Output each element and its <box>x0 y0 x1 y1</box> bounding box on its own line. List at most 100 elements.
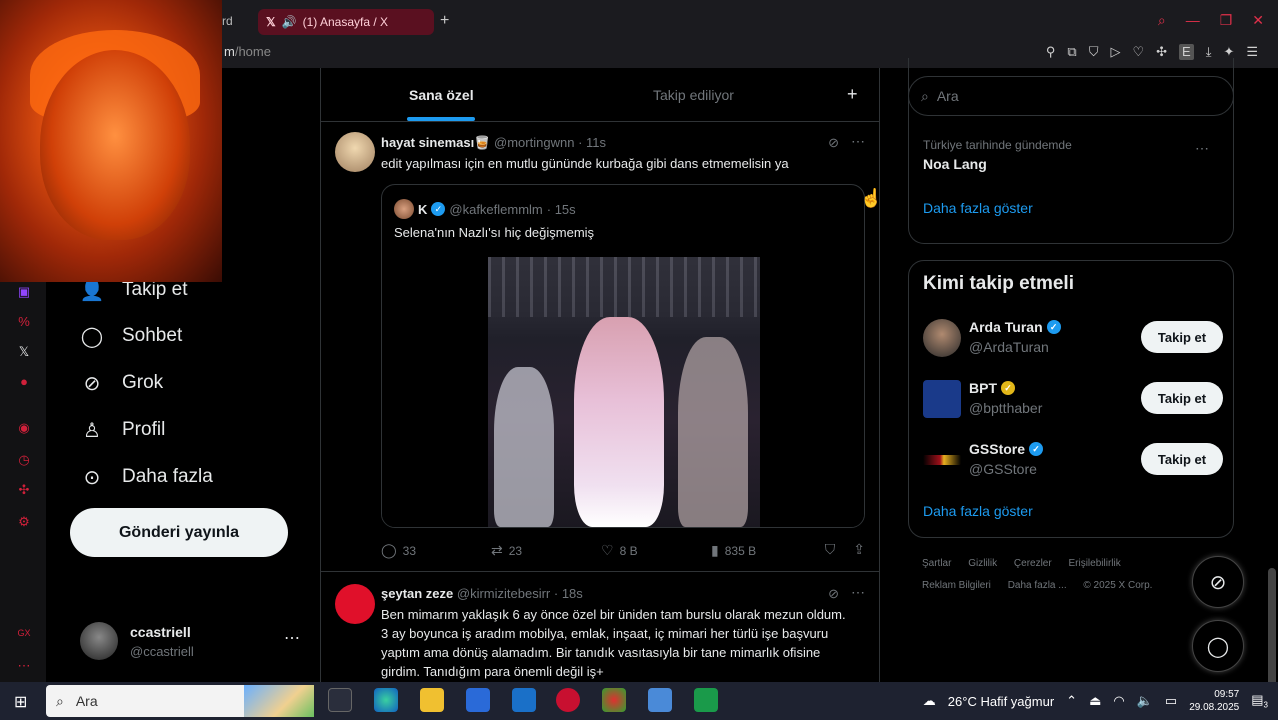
store-icon[interactable] <box>466 688 490 712</box>
battery-icon[interactable]: ▭ <box>1165 693 1177 709</box>
footer-link[interactable]: Çerezler <box>1014 558 1052 569</box>
nav-more[interactable]: ⊙ Daha fazla <box>80 465 213 489</box>
outlook-icon[interactable] <box>512 688 536 712</box>
tweet-time[interactable]: · 11s <box>578 135 606 150</box>
avatar[interactable] <box>923 319 961 357</box>
notification-icon[interactable]: ▤3 <box>1251 692 1268 710</box>
quoted-media[interactable] <box>382 255 864 527</box>
quoted-author-handle: @kafkeflemmlm <box>449 201 543 217</box>
tweet[interactable]: hayat sineması🥃 @mortingwnn · 11s ⊘ ⋯ ed… <box>321 122 879 572</box>
maximize-icon[interactable]: ❐ <box>1220 12 1233 29</box>
messages-fab[interactable]: ◯ <box>1192 620 1244 672</box>
grok-icon[interactable]: ⊘ <box>828 586 839 602</box>
more-dots-icon[interactable]: ⋯ <box>851 133 865 150</box>
tweet-avatar[interactable] <box>335 584 375 624</box>
reply-button[interactable]: ◯ 33 <box>381 542 491 559</box>
follow-button[interactable]: Takip et <box>1141 321 1223 353</box>
clock[interactable]: 09:57 29.08.2025 <box>1189 688 1239 714</box>
grok-icon: ⊘ <box>83 372 101 395</box>
footer-link[interactable]: Daha fazla ... <box>1008 580 1067 591</box>
weather-text[interactable]: 26°C Hafif yağmur <box>948 694 1054 709</box>
follow-suggestion[interactable]: BPT ✓ @bptthaber Takip et <box>923 378 1223 422</box>
show-more-link[interactable]: Daha fazla göster <box>923 503 1033 519</box>
follow-suggestion[interactable]: GSStore ✓ @GSStore Takip et <box>923 439 1223 483</box>
add-tab-icon[interactable]: + <box>847 84 858 105</box>
footer-link[interactable]: Erişilebilirlik <box>1068 558 1120 569</box>
tweet-author-handle[interactable]: @kirmizitebesirr <box>457 586 550 601</box>
volume-icon[interactable]: 🔈 <box>1137 693 1153 709</box>
video-player[interactable] <box>488 257 760 527</box>
speaker-icon[interactable]: 🔊 <box>282 15 297 29</box>
tweet-text: Ben mimarım yaklaşık 6 ay önce özel bir … <box>381 607 846 679</box>
tweet-author-name[interactable]: şeytan zeze <box>381 586 453 601</box>
right-sidebar: ⌕ Ara Türkiye tarihinde gündemde Noa Lan… <box>880 58 1278 688</box>
tweet-author-handle[interactable]: @mortingwnn <box>494 135 574 150</box>
avatar[interactable] <box>923 455 961 465</box>
share-icon[interactable]: ⇪ <box>853 541 865 558</box>
show-more-link[interactable]: Daha fazla göster <box>923 200 1033 216</box>
nav-grok[interactable]: ⊘ Grok <box>80 371 164 395</box>
tab-for-you[interactable]: Sana özel <box>409 87 474 103</box>
wifi-icon[interactable]: ◠ <box>1113 693 1124 709</box>
views-button[interactable]: ▮ 835 B <box>711 542 821 559</box>
webcam-overlay <box>0 0 222 282</box>
account-switcher[interactable]: ccastriell @ccastriell ⋯ <box>80 620 306 664</box>
trend-name[interactable]: Noa Lang <box>923 156 987 172</box>
app-icon[interactable] <box>648 688 672 712</box>
edge-icon[interactable] <box>374 688 398 712</box>
avatar[interactable] <box>923 380 961 418</box>
menu-icon[interactable]: ☰ <box>1246 44 1258 60</box>
repost-button[interactable]: ⇄ 23 <box>491 542 601 559</box>
opera-gx-icon[interactable] <box>556 688 580 712</box>
tweet[interactable]: şeytan zeze @kirmizitebesirr · 18s ⊘ ⋯ B… <box>321 572 879 682</box>
like-button[interactable]: ♡ 8 B <box>601 542 711 559</box>
tab-following[interactable]: Takip ediliyor <box>653 87 734 103</box>
task-view-icon[interactable] <box>328 688 352 712</box>
view-count: 835 B <box>724 543 757 558</box>
bookmark-icon[interactable]: ⛉ <box>825 541 836 558</box>
x-icon[interactable]: 𝕏 <box>15 344 33 362</box>
tweet-time[interactable]: · 18s <box>554 586 583 601</box>
excel-icon[interactable] <box>694 688 718 712</box>
url-text[interactable]: m/home <box>224 44 271 59</box>
more-dots-icon[interactable]: ⋯ <box>284 628 300 648</box>
record-icon[interactable]: ● <box>15 374 33 392</box>
footer-link[interactable]: Şartlar <box>922 558 951 569</box>
quoted-tweet[interactable]: K ✓ @kafkeflemmlm · 15s Selena'nın Nazlı… <box>381 184 865 528</box>
grok-fab[interactable]: ⊘ <box>1192 556 1244 608</box>
percent-icon[interactable]: % <box>15 314 33 332</box>
footer-link[interactable]: Reklam Bilgileri <box>922 580 991 591</box>
follow-button[interactable]: Takip et <box>1141 382 1223 414</box>
nav-chat[interactable]: ◯ Sohbet <box>80 324 182 348</box>
close-icon[interactable]: ✕ <box>1252 12 1264 29</box>
tab-previous[interactable]: rd <box>222 14 233 28</box>
tab-active[interactable]: 𝕏 🔊 (1) Anasayfa / X <box>258 9 434 35</box>
tweet-author-name[interactable]: hayat sineması🥃 <box>381 135 490 150</box>
more-dots-icon[interactable]: ⋯ <box>851 584 865 601</box>
scrollbar[interactable] <box>1268 568 1276 688</box>
minimize-icon[interactable]: — <box>1186 12 1200 29</box>
puzzle-icon[interactable]: ✣ <box>15 482 33 500</box>
twitch-icon[interactable]: ▣ <box>15 284 33 302</box>
grok-icon[interactable]: ⊘ <box>828 135 839 151</box>
nav-profile[interactable]: ♙ Profil <box>80 418 165 442</box>
new-tab-button[interactable]: + <box>440 12 449 30</box>
more-dots-icon[interactable]: ⋯ <box>15 658 33 676</box>
follow-suggestion[interactable]: Arda Turan ✓ @ArdaTuran Takip et <box>923 317 1223 361</box>
clock-icon[interactable]: ◷ <box>15 452 33 470</box>
usb-icon[interactable]: ⏏ <box>1089 693 1101 709</box>
settings-icon[interactable]: ⚙ <box>15 514 33 532</box>
follow-button[interactable]: Takip et <box>1141 443 1223 475</box>
footer-link[interactable]: Gizlilik <box>968 558 997 569</box>
search-icon[interactable]: ⌕ <box>1158 12 1166 29</box>
more-dots-icon[interactable]: ⋯ <box>1195 140 1209 157</box>
post-button[interactable]: Gönderi yayınla <box>70 508 288 557</box>
chevron-up-icon[interactable]: ⌃ <box>1066 693 1077 709</box>
chrome-icon[interactable] <box>602 688 626 712</box>
play-circle-icon[interactable]: ◉ <box>15 420 33 438</box>
file-explorer-icon[interactable] <box>420 688 444 712</box>
taskbar-search-input[interactable]: ⌕ Ara <box>46 685 314 717</box>
tweet-avatar[interactable] <box>335 132 375 172</box>
windows-start-icon[interactable]: ⊞ <box>14 692 27 712</box>
gx-icon[interactable]: GX <box>15 628 33 646</box>
